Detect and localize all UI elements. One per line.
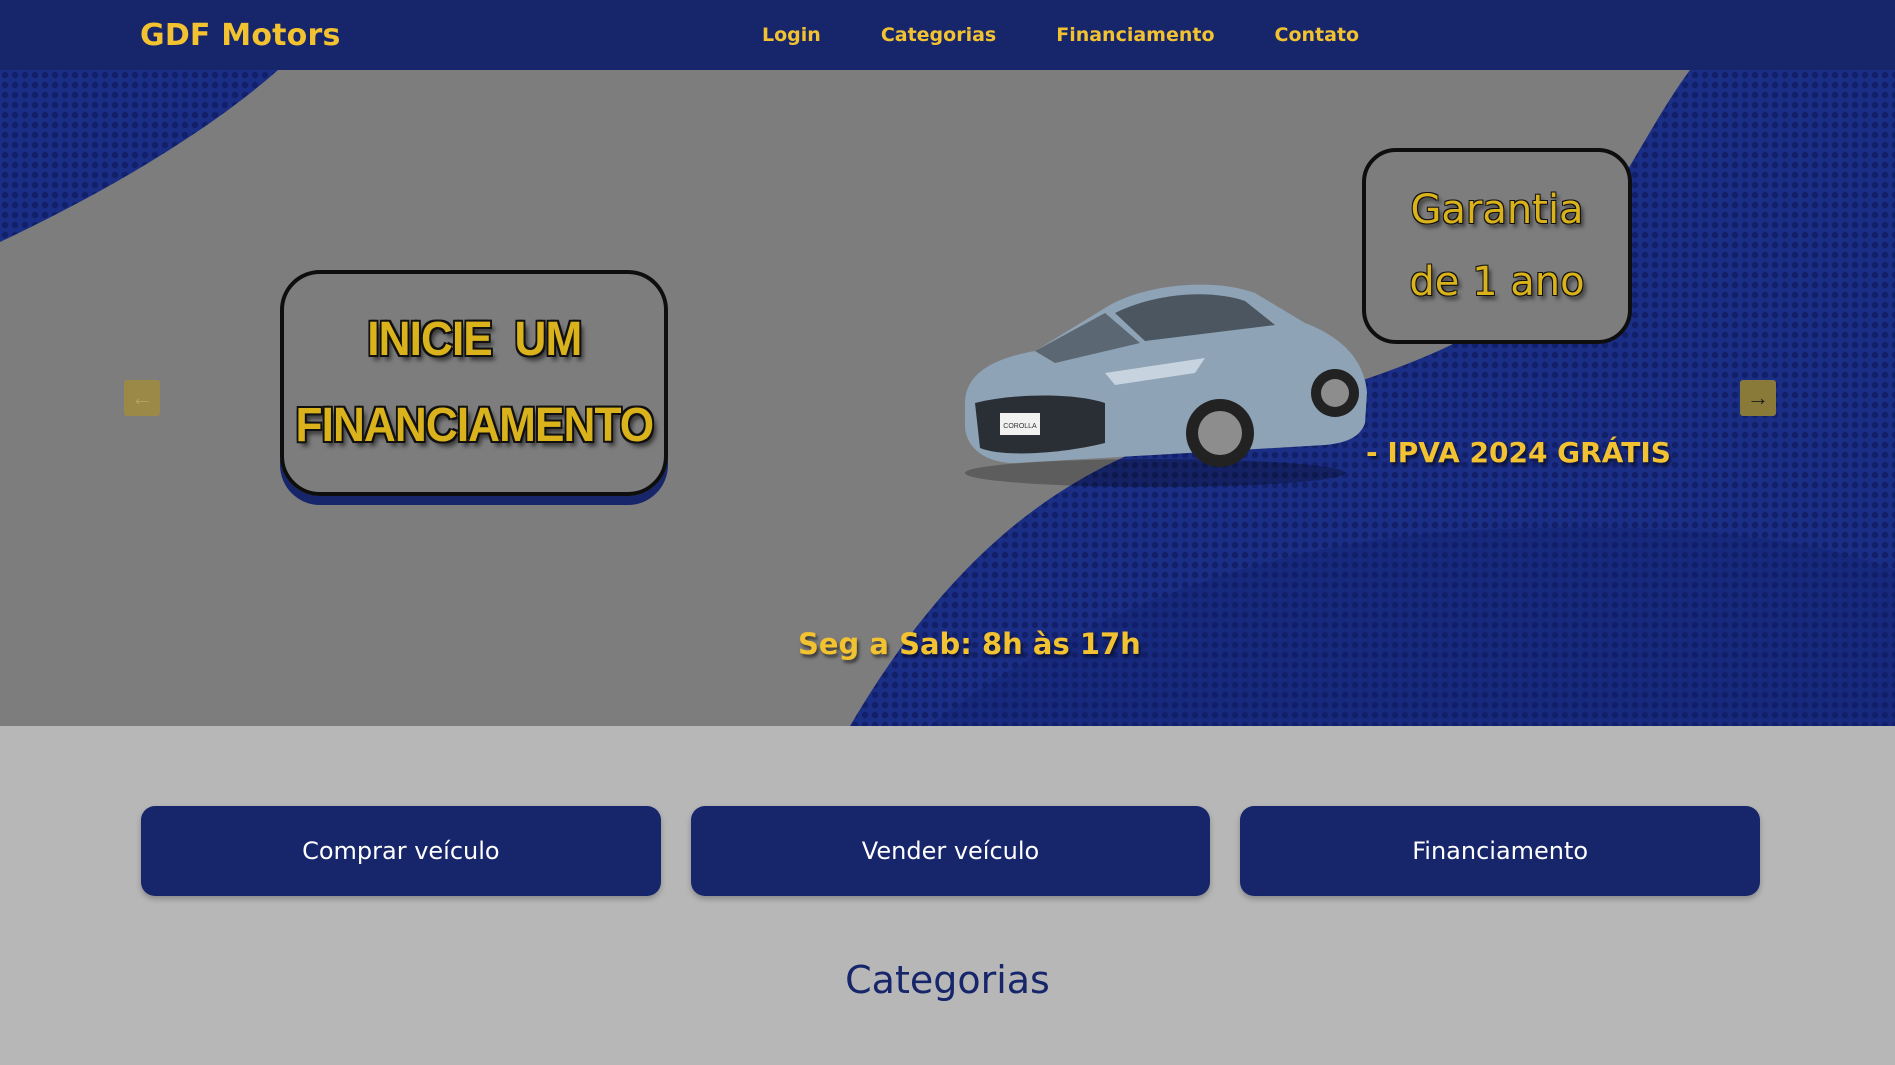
sell-vehicle-button[interactable]: Vender veículo [690,806,1211,896]
ipva-text: - IPVA 2024 GRÁTIS [1366,436,1671,469]
brand-logo[interactable]: GDF Motors [140,18,341,53]
nav-link-contato[interactable]: Contato [1275,24,1360,46]
garantia-line-1: Garantia [1410,187,1584,233]
carousel-prev-button[interactable]: ← [124,380,160,416]
action-buttons: Comprar veículo Vender veículo Financiam… [141,806,1761,896]
car-plate-text: COROLLA [1003,423,1037,430]
garantia-line-2: de 1 ano [1409,259,1585,305]
hero-carousel: INICIE UM FINANCIAMENTO COROLLA Garantia… [0,70,1895,726]
nav-links: Login Categorias Financiamento Contato [762,24,1419,46]
car-image: COROLLA [965,284,1367,487]
promo-line-1: INICIE UM [366,313,582,366]
promo-financiamento-box: INICIE UM FINANCIAMENTO [280,270,668,496]
promo-line-2: FINANCIAMENTO [295,399,654,452]
nav-link-financiamento[interactable]: Financiamento [1056,24,1214,46]
arrow-right-icon: → [1747,385,1769,410]
nav-link-login[interactable]: Login [762,24,821,46]
categories-title: Categorias [845,958,1050,1002]
promo-garantia-box: Garantia de 1 ano [1362,148,1632,344]
buy-vehicle-button[interactable]: Comprar veículo [141,806,661,896]
nav-link-categorias[interactable]: Categorias [881,24,996,46]
hours-text: Seg a Sab: 8h às 17h [798,627,1141,661]
arrow-left-icon: ← [131,385,153,410]
navbar: GDF Motors Login Categorias Financiament… [0,0,1895,70]
carousel-next-button[interactable]: → [1740,380,1776,416]
financing-button[interactable]: Financiamento [1240,806,1761,896]
